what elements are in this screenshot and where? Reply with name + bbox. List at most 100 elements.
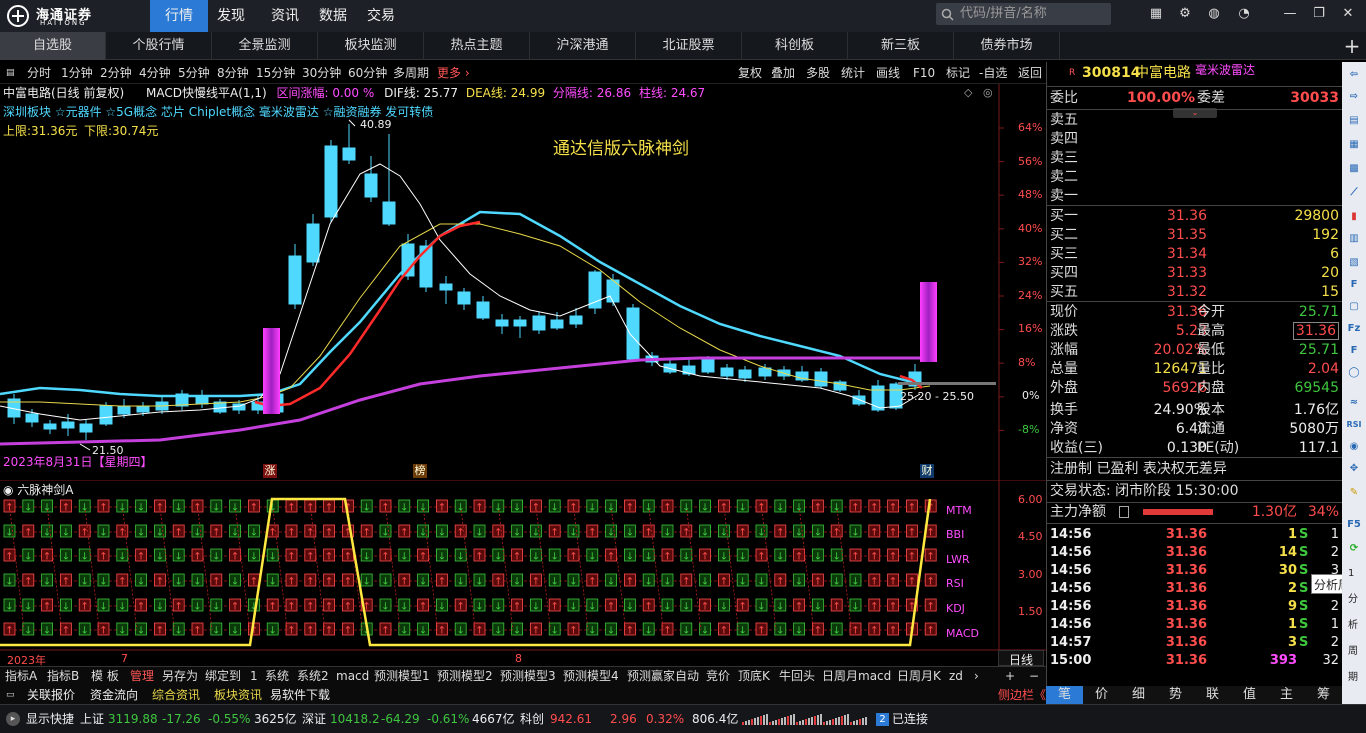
marker-cai[interactable]: 财	[920, 464, 934, 478]
f5-icon[interactable]: F5	[1346, 518, 1362, 532]
fz-icon[interactable]: Fz	[1346, 322, 1362, 336]
kc-label[interactable]: 科创	[520, 710, 544, 728]
bar-icon[interactable]: ▥	[1346, 232, 1362, 246]
marker-bang[interactable]: 榜	[413, 464, 427, 478]
ftab-dwm-macd[interactable]: 日周月macd	[822, 667, 891, 686]
period-multi[interactable]: 多周期	[393, 62, 429, 84]
ftab-auction[interactable]: 竞价	[706, 667, 730, 686]
tab-panorama[interactable]: 全景监测	[212, 32, 318, 60]
sell-row[interactable]: 卖五	[1047, 111, 1343, 130]
refresh-icon[interactable]: ⟳	[1346, 542, 1362, 556]
tab-bse[interactable]: 北证股票	[636, 32, 742, 60]
rtab-trades[interactable]: 笔	[1046, 686, 1083, 704]
f10-icon[interactable]: F	[1346, 278, 1362, 292]
stock-tag[interactable]: 毫米波雷达	[1195, 59, 1255, 81]
buy-row[interactable]: 买二 31.35 192	[1047, 226, 1343, 245]
ftab-bind[interactable]: 绑定到	[205, 667, 241, 686]
link-news[interactable]: 综合资讯	[152, 686, 200, 704]
tab-bond[interactable]: 债券市场	[954, 32, 1060, 60]
link-quote[interactable]: 关联报价	[27, 686, 75, 704]
nav-trade[interactable]: 交易	[358, 0, 404, 32]
pen-icon[interactable]: ✎	[1346, 486, 1362, 500]
diamond-icon[interactable]: ◇	[964, 86, 973, 99]
rtab-link[interactable]: 联	[1194, 686, 1231, 704]
tool-f10[interactable]: F10	[913, 62, 935, 84]
tool-mark[interactable]: 标记	[946, 62, 970, 84]
marker-zhang[interactable]: 涨	[263, 464, 277, 478]
ftab-model1[interactable]: 预测模型1	[374, 667, 430, 686]
ftab-1[interactable]: 1	[250, 667, 258, 686]
sell-row[interactable]: 卖四	[1047, 130, 1343, 149]
ftab-system[interactable]: 系统	[265, 667, 289, 686]
ftab-model4[interactable]: 预测模型4	[563, 667, 619, 686]
nav-data[interactable]: 数据	[310, 0, 356, 32]
search-input[interactable]: 代码/拼音/名称	[936, 3, 1111, 25]
menu-icon[interactable]: ▤	[6, 62, 15, 84]
ftab-bull[interactable]: 牛回头	[779, 667, 815, 686]
tab-sector-monitor[interactable]: 板块监测	[318, 32, 424, 60]
sz-label[interactable]: 深证	[302, 710, 326, 728]
link-sector-news[interactable]: 板块资讯	[214, 686, 262, 704]
period-8min[interactable]: 8分钟	[217, 62, 249, 84]
period-60min[interactable]: 60分钟	[348, 62, 387, 84]
ftab-system2[interactable]: 系统2	[297, 667, 329, 686]
ftab-topbottom[interactable]: 顶底K	[738, 667, 770, 686]
ftab-a[interactable]: 指标A	[5, 667, 37, 686]
move-icon[interactable]: ✥	[1346, 462, 1362, 476]
rtab-chips[interactable]: 筹	[1305, 686, 1342, 704]
tool-back[interactable]: 返回	[1018, 62, 1042, 84]
back-arrow-icon[interactable]: ⇦	[1346, 68, 1362, 82]
sh-label[interactable]: 上证	[80, 710, 104, 728]
ftab-model2[interactable]: 预测模型2	[437, 667, 493, 686]
circle-icon[interactable]: ◯	[1346, 366, 1362, 380]
zoom-in-icon[interactable]: +	[1005, 667, 1015, 686]
sell-row[interactable]: 卖二	[1047, 168, 1343, 187]
tab-star[interactable]: 科创板	[742, 32, 848, 60]
period-4min[interactable]: 4分钟	[139, 62, 171, 84]
f-icon[interactable]: F	[1346, 344, 1362, 358]
tool-remove-watch[interactable]: -自选	[979, 62, 1007, 84]
panel-icon[interactable]: ▭	[6, 686, 15, 704]
tab-neeq[interactable]: 新三板	[848, 32, 954, 60]
sheet-icon[interactable]: ▧	[1346, 256, 1362, 270]
eye-icon[interactable]: ◉	[1346, 440, 1362, 454]
tab-connect[interactable]: 沪深港通	[530, 32, 636, 60]
buy-row[interactable]: 买五 31.32 15	[1047, 283, 1343, 302]
tool-multi-stock[interactable]: 多股	[806, 62, 830, 84]
link-download[interactable]: 易软件下载	[270, 686, 330, 704]
rtab-value[interactable]: 值	[1231, 686, 1268, 704]
period-15min[interactable]: 15分钟	[256, 62, 295, 84]
indicator-title[interactable]: ◉ 六脉神剑A	[3, 481, 74, 498]
period-2min[interactable]: 2分钟	[100, 62, 132, 84]
ftab-macd[interactable]: macd	[336, 667, 369, 686]
wave-icon[interactable]: ≈	[1346, 396, 1362, 410]
flow-doc-icon[interactable]	[1119, 506, 1129, 518]
nav-discover[interactable]: 发现	[208, 0, 254, 32]
forward-arrow-icon[interactable]: ⇨	[1346, 90, 1362, 104]
doc-icon[interactable]: ▢	[1346, 300, 1362, 314]
close-icon[interactable]: ✕	[1340, 6, 1356, 22]
rtab-trend[interactable]: 势	[1157, 686, 1194, 704]
gear-icon[interactable]: ⚙	[1177, 6, 1193, 22]
chat-icon[interactable]: ◔	[1236, 6, 1252, 22]
ftab-manage[interactable]: 管理	[130, 667, 154, 686]
tab-watchlist[interactable]: 自选股	[0, 32, 106, 60]
table-icon[interactable]: ▦	[1346, 138, 1362, 152]
period-timeshare[interactable]: 分时	[27, 62, 51, 84]
minimize-icon[interactable]: —	[1282, 6, 1298, 22]
grid-icon[interactable]: ▩	[1346, 162, 1362, 176]
zoom-out-icon[interactable]: −	[1029, 667, 1039, 686]
tool-stats[interactable]: 统计	[841, 62, 865, 84]
sidebar-toggle[interactable]: 侧边栏《	[998, 686, 1046, 704]
nav-market[interactable]: 行情	[150, 0, 208, 32]
ftab-b[interactable]: 指标B	[47, 667, 79, 686]
indicator-name[interactable]: MACD快慢线平A(1,1)	[146, 86, 267, 100]
sell-row[interactable]: 卖一	[1047, 187, 1343, 206]
candle-icon[interactable]: ▮	[1346, 210, 1362, 224]
buy-row[interactable]: 买三 31.34 6	[1047, 245, 1343, 264]
gear-icon[interactable]: ◎	[983, 86, 993, 99]
ftab-template[interactable]: 模 板	[91, 667, 119, 686]
ftab-saveas[interactable]: 另存为	[162, 667, 198, 686]
shortcut-label[interactable]: 显示快捷	[26, 710, 74, 728]
tab-stock-quote[interactable]: 个股行情	[106, 32, 212, 60]
